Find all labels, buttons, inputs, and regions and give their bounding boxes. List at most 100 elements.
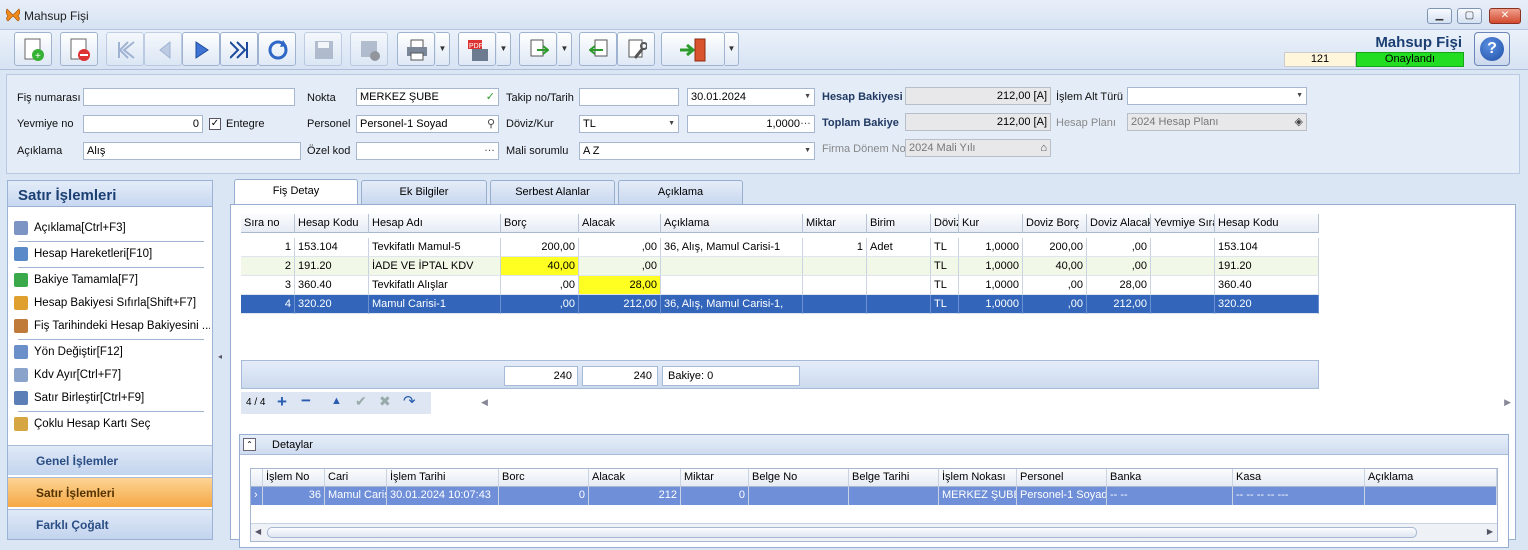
col-header-miktar[interactable]: Miktar — [803, 214, 867, 233]
details-header[interactable]: ⌃ Detaylar — [240, 435, 1508, 455]
ellipsis-icon[interactable]: … — [800, 116, 811, 129]
scroll-thumb[interactable] — [267, 527, 1417, 538]
col-header-doviz-borc[interactable]: Doviz Borç — [1023, 214, 1087, 233]
chevron-down-icon[interactable]: ▼ — [1296, 88, 1303, 104]
cell-sira-no[interactable]: 4 — [241, 295, 295, 314]
cell-birim[interactable]: Adet — [867, 238, 931, 257]
cancel-icon[interactable]: ✖ — [379, 393, 391, 410]
cell-yevmiye-sira[interactable] — [1151, 238, 1215, 257]
personel-input[interactable]: Personel-1 Soyad ⚲ — [356, 115, 499, 133]
tools-button[interactable] — [617, 32, 655, 66]
cell-borc[interactable]: 40,00 — [501, 257, 579, 276]
next-record-button[interactable] — [182, 32, 220, 66]
transfer-dropdown[interactable]: ▼ — [558, 32, 572, 66]
lp-item-kdv-ayir[interactable]: Kdv Ayır[Ctrl+F7] — [14, 365, 210, 385]
lp-item-hesap-hareketleri[interactable]: Hesap Hareketleri[F10] — [14, 244, 210, 264]
det-cell-aciklama[interactable] — [1365, 487, 1497, 505]
cell-alacak[interactable]: 28,00 — [579, 276, 661, 295]
det-header-belge-no[interactable]: Belge No — [749, 469, 849, 487]
cell-doviz-borc[interactable]: ,00 — [1023, 276, 1087, 295]
chevron-down-icon[interactable]: ▼ — [804, 89, 811, 105]
lp-item-bakiye-tamamla[interactable]: Bakiye Tamamla[F7] — [14, 270, 210, 290]
cell-hesap-adi[interactable]: Tevkifatlı Mamul-5 — [369, 238, 501, 257]
fis-no-input[interactable] — [83, 88, 295, 106]
scroll-left-icon[interactable]: ◀ — [255, 527, 261, 536]
kur-input[interactable]: 1,0000… — [687, 115, 815, 133]
cell-birim[interactable] — [867, 295, 931, 314]
cell-hesap-kodu[interactable]: 153.104 — [295, 238, 369, 257]
cell-hesap-kodu-2[interactable]: 191.20 — [1215, 257, 1319, 276]
previous-record-button[interactable] — [144, 32, 182, 66]
cell-yevmiye-sira[interactable] — [1151, 276, 1215, 295]
exit-button[interactable] — [661, 32, 725, 66]
det-header-cari[interactable]: Cari — [325, 469, 387, 487]
det-header-islem-tarihi[interactable]: İşlem Tarihi — [387, 469, 499, 487]
det-header-kasa[interactable]: Kasa — [1233, 469, 1365, 487]
det-cell-cari[interactable]: Mamul Caris — [325, 487, 387, 505]
cell-doviz-alacak[interactable]: ,00 — [1087, 257, 1151, 276]
cell-aciklama[interactable] — [661, 276, 803, 295]
pdf-dropdown[interactable]: ▼ — [497, 32, 511, 66]
tab-serbest-alanlar[interactable]: Serbest Alanlar — [490, 180, 615, 204]
lp-item-aciklama[interactable]: Açıklama[Ctrl+F3] — [14, 218, 210, 238]
delete-button[interactable] — [60, 32, 98, 66]
cell-doviz-alacak[interactable]: 212,00 — [1087, 295, 1151, 314]
det-header-banka[interactable]: Banka — [1107, 469, 1233, 487]
col-header-aciklama[interactable]: Açıklama — [661, 214, 803, 233]
det-cell-belge-no[interactable] — [749, 487, 849, 505]
lp-item-fis-tarihindeki[interactable]: Fiş Tarihindeki Hesap Bakiyesini ... — [14, 316, 210, 336]
cell-hesap-adi[interactable]: Tevkifatlı Alışlar — [369, 276, 501, 295]
confirm-icon[interactable]: ✔ — [355, 393, 367, 410]
cell-doviz-alacak[interactable]: 28,00 — [1087, 276, 1151, 295]
col-header-hesap-kodu[interactable]: Hesap Kodu — [295, 214, 369, 233]
table-row[interactable]: 2 191.20 İADE VE İPTAL KDV 40,00,00 TL 1,0000… — [241, 257, 1319, 276]
takip-no-input[interactable] — [579, 88, 679, 106]
cell-doviz[interactable]: TL — [931, 276, 959, 295]
print-dropdown[interactable]: ▼ — [436, 32, 450, 66]
tab-fis-detay[interactable]: Fiş Detay — [234, 179, 358, 205]
cell-hesap-kodu-2[interactable]: 320.20 — [1215, 295, 1319, 314]
nav-genel-islemler[interactable]: Genel İşlemler — [8, 445, 212, 475]
col-header-hesap-kodu-2[interactable]: Hesap Kodu — [1215, 214, 1319, 233]
col-header-borc[interactable]: Borç — [501, 214, 579, 233]
save-close-button[interactable] — [350, 32, 388, 66]
cell-doviz[interactable]: TL — [931, 238, 959, 257]
close-button[interactable]: ✕ — [1489, 8, 1521, 24]
cell-aciklama[interactable]: 36, Alış, Mamul Carisi-1, — [661, 295, 803, 314]
transfer-button[interactable] — [519, 32, 557, 66]
det-cell-islem-no[interactable]: 36 — [263, 487, 325, 505]
tab-aciklama[interactable]: Açıklama — [618, 180, 743, 204]
cell-alacak[interactable]: 212,00 — [579, 295, 661, 314]
minimize-button[interactable]: ▁ — [1427, 8, 1452, 24]
det-header-miktar[interactable]: Miktar — [681, 469, 749, 487]
chevron-left-icon[interactable]: ◂ — [218, 352, 222, 361]
det-header-belge-tarihi[interactable]: Belge Tarihi — [849, 469, 939, 487]
col-header-sira-no[interactable]: Sıra no — [241, 214, 295, 233]
row-indicator[interactable]: › — [251, 487, 263, 505]
det-header-aciklama[interactable]: Açıklama — [1365, 469, 1497, 487]
table-row[interactable]: 3 360.40 Tevkifatlı Alışlar ,00 28,00 TL 1,000… — [241, 276, 1319, 295]
maximize-button[interactable]: ▢ — [1457, 8, 1482, 24]
lp-item-coklu-hesap[interactable]: Çoklu Hesap Kartı Seç — [14, 414, 210, 434]
entegre-checkbox[interactable]: ✓ — [209, 118, 221, 130]
cell-aciklama[interactable]: 36, Alış, Mamul Carisi-1 — [661, 238, 803, 257]
cell-birim[interactable] — [867, 276, 931, 295]
det-cell-alacak[interactable]: 212 — [589, 487, 681, 505]
cell-aciklama[interactable] — [661, 257, 803, 276]
col-header-kur[interactable]: Kur — [959, 214, 1023, 233]
cell-borc[interactable]: 200,00 — [501, 238, 579, 257]
det-cell-personel[interactable]: Personel-1 Soyad — [1017, 487, 1107, 505]
col-header-alacak[interactable]: Alacak — [579, 214, 661, 233]
ellipsis-icon[interactable]: … — [484, 143, 495, 156]
lp-item-satir-birlestir[interactable]: Satır Birleştir[Ctrl+F9] — [14, 388, 210, 408]
lp-item-yon-degistir[interactable]: Yön Değiştir[F12] — [14, 342, 210, 362]
scroll-right-icon[interactable]: ▶ — [1504, 397, 1511, 408]
cell-miktar[interactable] — [803, 276, 867, 295]
table-row[interactable]: 4 320.20 Mamul Carisi-1,00 212,00 36, Alış, … — [241, 295, 1319, 314]
redo-icon[interactable]: ↷ — [403, 392, 416, 410]
yevmiye-input[interactable]: 0 — [83, 115, 203, 133]
cell-borc[interactable]: ,00 — [501, 295, 579, 314]
col-header-birim[interactable]: Birim — [867, 214, 931, 233]
first-record-button[interactable] — [106, 32, 144, 66]
det-header-islem-no[interactable]: İşlem No — [263, 469, 325, 487]
